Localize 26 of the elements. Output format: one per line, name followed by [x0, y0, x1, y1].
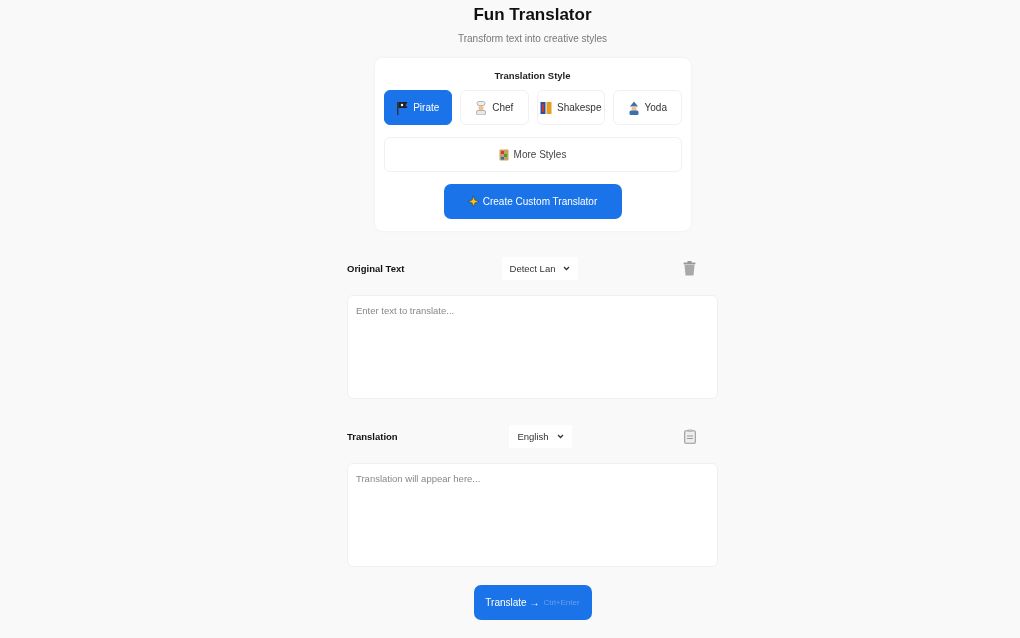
- chef-icon: [475, 100, 488, 115]
- field-label: Translation: [347, 430, 399, 442]
- field-label: Original Text: [347, 262, 406, 274]
- wizard-icon: [627, 100, 640, 115]
- section-heading: Translation Style: [494, 70, 571, 81]
- language-select[interactable]: Detect Lan: [501, 256, 579, 280]
- trash-icon[interactable]: [683, 260, 696, 276]
- more-styles-button[interactable]: More Styles: [383, 137, 682, 172]
- book-icon: [540, 100, 552, 115]
- app-title: Fun Translator: [473, 5, 592, 25]
- clipboard-icon[interactable]: [684, 428, 696, 444]
- text-area[interactable]: Enter text to translate...: [347, 295, 718, 399]
- chevron-icon: [556, 433, 564, 439]
- language-select[interactable]: English: [509, 424, 572, 448]
- chevron-icon: [563, 265, 571, 271]
- style-button[interactable]: Yoda: [613, 90, 682, 125]
- sparkle-icon: [467, 196, 479, 207]
- style-button[interactable]: Chef: [460, 90, 529, 125]
- style-button[interactable]: Shakespe: [536, 90, 605, 125]
- palette-icon: [498, 148, 509, 161]
- flag-icon: [396, 100, 409, 115]
- translate-button[interactable]: Translate → Ctrl+Enter: [473, 585, 592, 620]
- text-area[interactable]: Translation will appear here...: [347, 463, 718, 567]
- create-custom-button[interactable]: Create Custom Translator: [443, 184, 622, 219]
- app-subtitle: Transform text into creative styles: [457, 33, 608, 44]
- style-button[interactable]: Pirate: [383, 90, 452, 125]
